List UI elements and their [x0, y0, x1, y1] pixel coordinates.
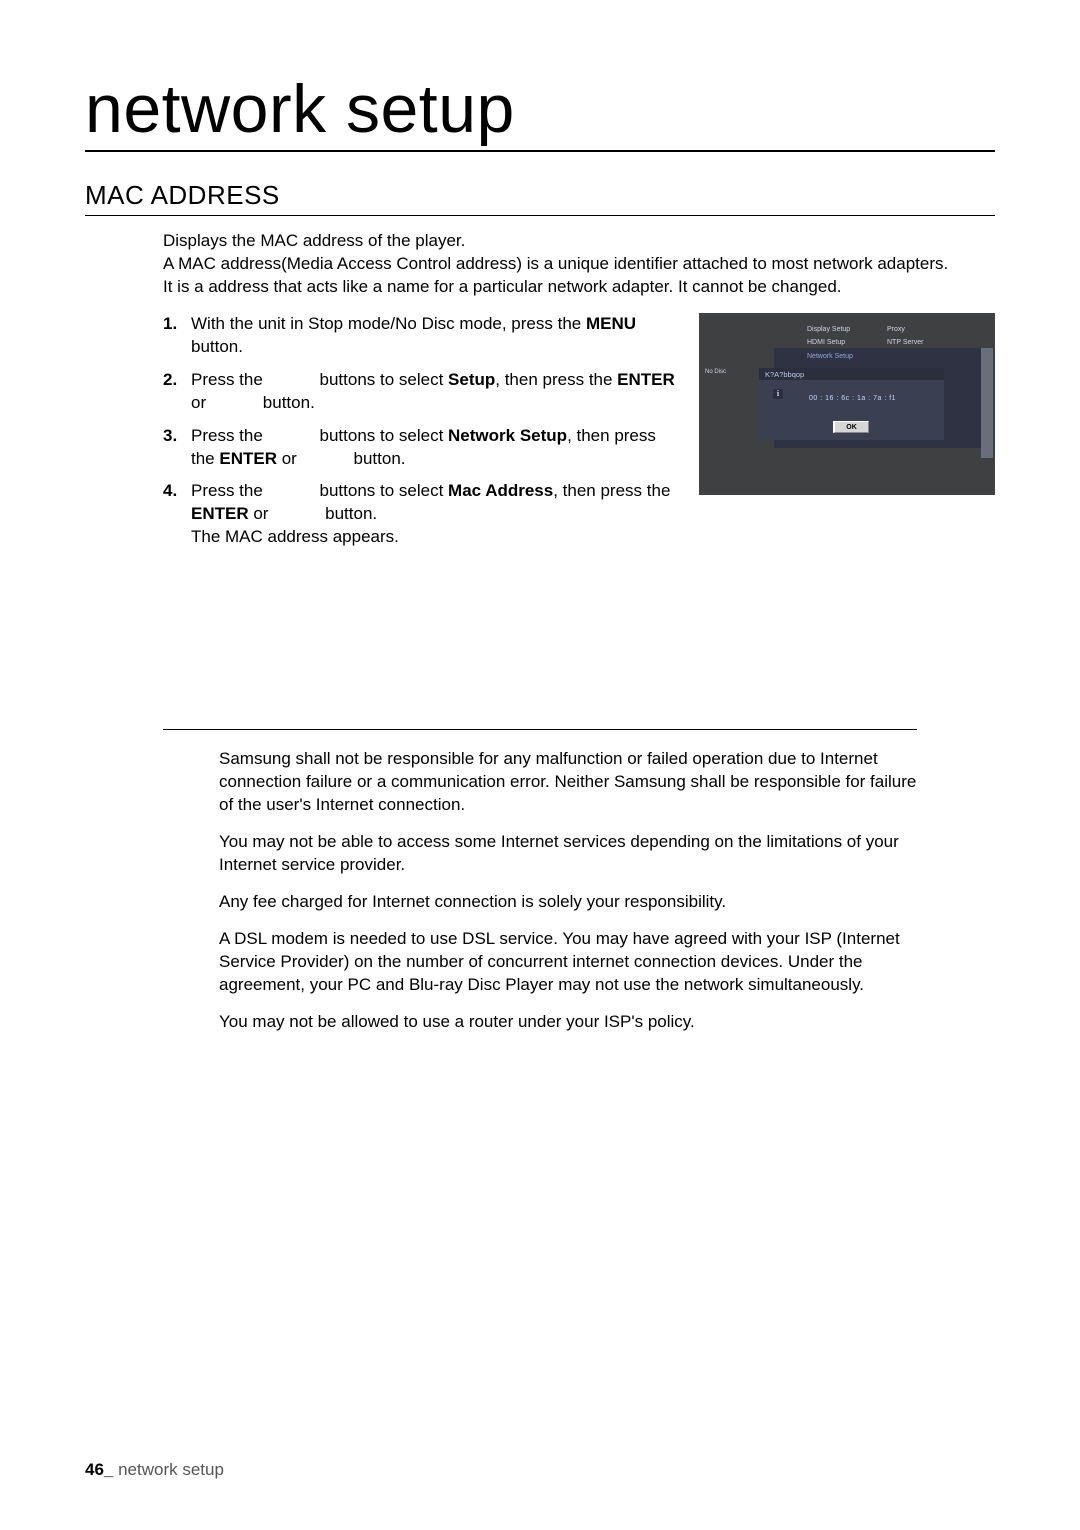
step-2-gap [268, 370, 315, 389]
tv-display-setup: Display Setup [807, 326, 850, 333]
note-4: A DSL modem is needed to use DSL service… [219, 928, 935, 997]
steps-list: With the unit in Stop mode/No Disc mode,… [163, 313, 679, 549]
tv-proxy: Proxy [887, 326, 905, 333]
step-4-text-f: or [249, 504, 274, 523]
footer-page-number: 46_ [85, 1460, 113, 1479]
step-2-text-a: Press the [191, 370, 268, 389]
step-2: Press the buttons to select Setup, then … [163, 369, 679, 415]
enter-label-3: ENTER [219, 449, 277, 468]
tv-network-setup: Network Setup [807, 353, 853, 360]
step-4-text-a: Press the [191, 481, 268, 500]
note-2: You may not be able to access some Inter… [219, 831, 935, 877]
tv-ntp: NTP Server [887, 339, 923, 346]
step-2-text-g: button. [258, 393, 315, 412]
enter-label-4: ENTER [191, 504, 249, 523]
page-title: network setup [85, 70, 995, 152]
section-heading: MAC ADDRESS [85, 180, 995, 216]
step-1-text-c: button. [191, 337, 243, 356]
enter-label-2: ENTER [617, 370, 675, 389]
step-2-gap2 [211, 393, 258, 412]
step-4-result: The MAC address appears. [191, 527, 399, 546]
tv-no-disc-label: No Disc [705, 369, 726, 375]
step-2-text-b: buttons to select [315, 370, 448, 389]
step-4-gap2 [273, 504, 320, 523]
step-3-gap [268, 426, 315, 445]
intro-line-3: It is a address that acts like a name fo… [163, 276, 995, 299]
step-3-text-g: button. [349, 449, 406, 468]
setup-label: Setup [448, 370, 495, 389]
step-3-text-f: or [277, 449, 302, 468]
step-3-gap2 [302, 449, 349, 468]
step-4: Press the buttons to select Mac Address,… [163, 480, 679, 549]
tv-hdmi-setup: HDMI Setup [807, 339, 845, 346]
mac-address-label: Mac Address [448, 481, 553, 500]
note-3: Any fee charged for Internet connection … [219, 891, 935, 914]
tv-right-column [981, 348, 993, 458]
page-footer: 46_ network setup [85, 1460, 224, 1480]
step-4-text-b: buttons to select [315, 481, 448, 500]
note-5: You may not be allowed to use a router u… [219, 1011, 935, 1034]
notes-divider [163, 729, 917, 730]
step-3-text-a: Press the [191, 426, 268, 445]
note-1: Samsung shall not be responsible for any… [219, 748, 935, 817]
tv-mac-value: 00 : 16 : 6c : 1a : 7a : f1 [809, 395, 896, 402]
ok-button[interactable]: OK [833, 421, 869, 433]
intro-line-1: Displays the MAC address of the player. [163, 230, 995, 253]
step-4-text-g: button. [320, 504, 377, 523]
network-setup-label: Network Setup [448, 426, 567, 445]
step-4-text-d: , then press the [553, 481, 670, 500]
step-3: Press the buttons to select Network Setu… [163, 425, 679, 471]
intro-text: Displays the MAC address of the player. … [163, 230, 995, 299]
info-icon: i [773, 389, 783, 399]
tv-screenshot: No Disc Display Setup HDMI Setup Network… [699, 313, 995, 495]
step-2-text-f: or [191, 393, 211, 412]
step-4-gap [268, 481, 315, 500]
footer-label: network setup [113, 1460, 224, 1479]
menu-button-label: MENU [586, 314, 636, 333]
step-1-text-a: With the unit in Stop mode/No Disc mode,… [191, 314, 586, 333]
intro-line-2: A MAC address(Media Access Control addre… [163, 253, 995, 276]
notes-block: Samsung shall not be responsible for any… [219, 748, 935, 1033]
step-3-text-b: buttons to select [315, 426, 448, 445]
step-1: With the unit in Stop mode/No Disc mode,… [163, 313, 679, 359]
step-2-text-d: , then press the [495, 370, 617, 389]
